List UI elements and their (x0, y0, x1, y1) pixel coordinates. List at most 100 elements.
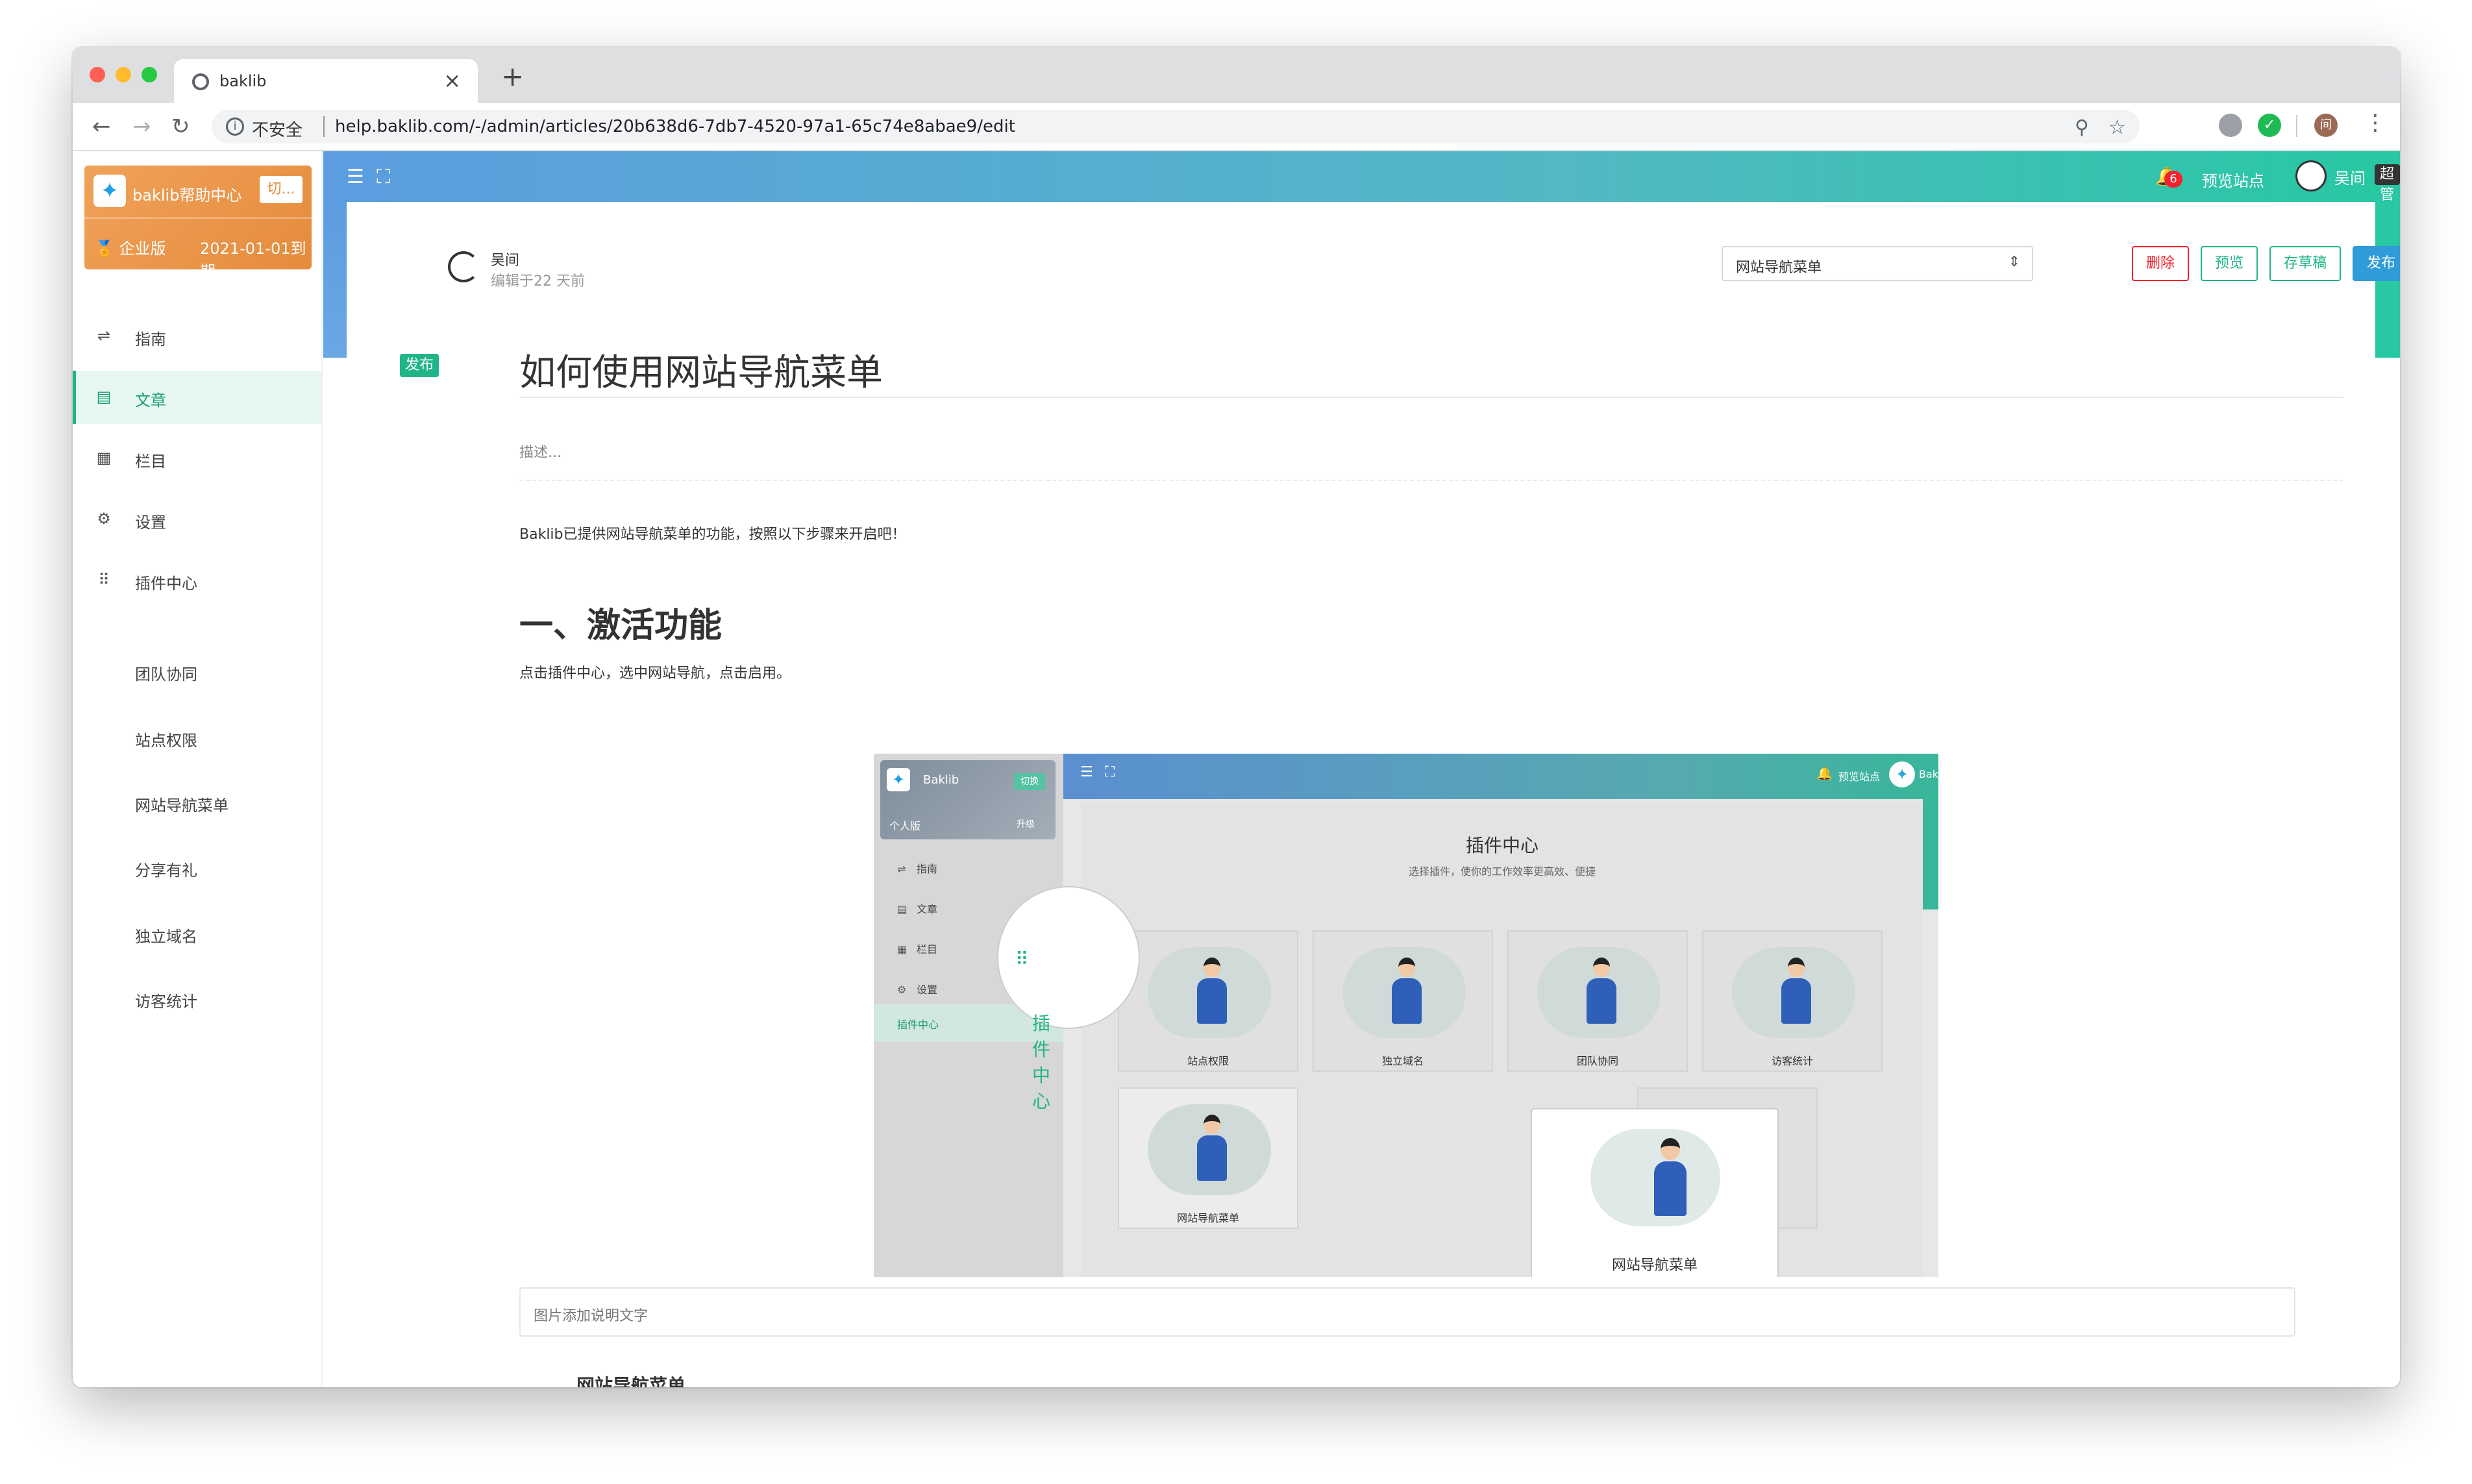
image-caption-input[interactable]: 图片添加说明文字 (519, 1287, 2295, 1337)
guide-icon: ⇌ (897, 863, 906, 875)
sidebar-item-columns[interactable]: ▦ 栏目 (73, 432, 321, 485)
zoom-icon[interactable]: ⚲ (2075, 116, 2089, 139)
image-upgrade: 升级 (1017, 819, 1035, 830)
image-edition: 个人版 (889, 820, 921, 832)
image-nav-item: ⚙ 设置 (897, 981, 937, 996)
switch-site-button[interactable]: 切... (260, 176, 303, 203)
person-head (1788, 958, 1805, 977)
plugin-card: 团队协同 (1507, 930, 1688, 1072)
user-name[interactable]: 吴间 (2334, 166, 2366, 188)
description-divider (519, 480, 2343, 481)
url-text[interactable]: help.baklib.com/-/admin/articles/20b638d… (335, 117, 1015, 136)
profile-avatar[interactable]: 间 (2314, 114, 2338, 137)
url-field[interactable]: i 不安全 help.baklib.com/-/admin/articles/2… (212, 110, 2140, 143)
popup-label: 网站导航菜单 (1611, 1257, 1698, 1274)
sidebar-item-plugins[interactable]: ⠿ 插件中心 (73, 554, 321, 607)
sidebar-item-articles[interactable]: ▤ 文章 (73, 371, 321, 424)
expiry-label: 2021-01-01到期 (200, 240, 306, 280)
tab-bar: baklib × + (73, 47, 2400, 103)
image-nav-item: ▦ 栏目 (897, 941, 937, 956)
app-root: ✦ baklib帮助中心 切... 🏅 企业版 2021-01-01到期 ⇌ 指… (73, 151, 2400, 1387)
browser-tab[interactable]: baklib × (174, 59, 478, 103)
image-logo-text: Baklib (1919, 768, 1938, 780)
sidebar-item-settings[interactable]: ⚙ 设置 (73, 493, 321, 546)
sidebar-subitem-analytics[interactable]: 访客统计 (135, 989, 197, 1011)
article-image[interactable]: ✦ Baklib 切换 个人版 升级 ⇌ 指南 ▤ 文章 ▦ 栏目 ⚙ 设置 插件中心 … (874, 754, 1938, 1277)
person-head (1398, 958, 1415, 977)
author-name: 吴间 (491, 253, 520, 269)
plugin-label: 团队协同 (1576, 1055, 1618, 1067)
close-window-button[interactable] (90, 67, 105, 82)
bird-logo-icon: ✦ (93, 175, 126, 207)
description-input[interactable]: 描述... (519, 441, 562, 462)
article-title-input[interactable]: 如何使用网站导航菜单 (519, 343, 883, 396)
notification-badge: 6 (2164, 171, 2182, 188)
image-nav-label: 指南 (917, 863, 938, 875)
select-arrows-icon: ⇕ (2008, 254, 2020, 270)
image-nav-item: ⇌ 指南 (897, 860, 937, 876)
publish-button[interactable]: 发布 (2353, 246, 2400, 281)
back-icon[interactable]: ← (92, 114, 111, 140)
plugin-label: 站点权限 (1187, 1055, 1229, 1067)
sidebar-subitem-domain[interactable]: 独立域名 (135, 924, 197, 946)
maximize-window-button[interactable] (142, 67, 157, 82)
sidebar-subitem-nav-menu[interactable]: 网站导航菜单 (135, 793, 229, 815)
section-heading[interactable]: 一、激活功能 (519, 598, 722, 647)
subsection-heading[interactable]: 网站导航菜单 (576, 1372, 686, 1387)
preview-button[interactable]: 预览 (2201, 246, 2258, 281)
sidebar-item-label: 栏目 (135, 452, 166, 471)
article-icon: ▤ (96, 388, 112, 406)
sidebar-item-label: 文章 (135, 391, 166, 410)
browser-menu-icon[interactable]: ⋮ (2364, 110, 2386, 136)
person-illustration (1392, 958, 1422, 1029)
image-nav-label: 文章 (917, 903, 938, 915)
image-nav-label: 栏目 (917, 943, 938, 956)
site-brand-card[interactable]: ✦ baklib帮助中心 切... 🏅 企业版 2021-01-01到期 (84, 166, 312, 280)
info-icon[interactable]: i (226, 117, 244, 136)
globe-icon (192, 73, 209, 90)
delete-button[interactable]: 删除 (2132, 246, 2189, 281)
image-header: ☰ ⛶ 🔔 预览站点 ✦ Baklib (1063, 754, 1938, 799)
save-draft-button[interactable]: 存草稿 (2269, 246, 2341, 281)
column-icon: ▦ (897, 943, 908, 956)
tab-title: baklib (219, 72, 267, 90)
person-head (1593, 958, 1610, 977)
callout-text: ⠿ 插件中心 (1015, 948, 1051, 1112)
sidebar-subitem-referral[interactable]: 分享有礼 (135, 858, 197, 880)
sidebar-subitem-team[interactable]: 团队协同 (135, 662, 197, 684)
reload-icon[interactable]: ↻ (171, 114, 190, 140)
brand-divider (84, 217, 312, 219)
column-icon: ▦ (96, 449, 112, 467)
plugin-label: 网站导航菜单 (1176, 1212, 1239, 1224)
sidebar-item-label: 插件中心 (135, 575, 197, 593)
settings-icon: ⚙ (97, 510, 111, 528)
person-body (1654, 1161, 1687, 1216)
plugin-label: 访客统计 (1771, 1055, 1813, 1067)
person-body (1197, 978, 1227, 1024)
settings-icon: ⚙ (897, 983, 907, 996)
extension-icon[interactable] (2219, 114, 2242, 137)
category-select[interactable]: 网站导航菜单 ⇕ (1722, 246, 2033, 281)
preview-site-link[interactable]: 预览站点 (2202, 168, 2264, 191)
fullscreen-icon[interactable]: ⛶ (377, 166, 390, 188)
minimize-window-button[interactable] (116, 67, 131, 82)
grammar-extension-icon[interactable]: ✓ (2258, 114, 2281, 137)
edited-time: 编辑于22 天前 (491, 273, 585, 290)
image-subtitle: 选择插件，使你的工作效率更高效、便捷 (1408, 865, 1596, 878)
tab-close-icon[interactable]: × (443, 68, 461, 93)
image-nav-label: 插件中心 (897, 1019, 939, 1031)
body-paragraph[interactable]: Baklib已提供网站导航菜单的功能，按照以下步骤来开启吧！ (519, 523, 906, 543)
image-preview-site: 预览站点 (1838, 771, 1881, 783)
sidebar-item-guide[interactable]: ⇌ 指南 (73, 310, 321, 363)
person-body (1781, 978, 1811, 1024)
toggle-sidebar-icon[interactable]: ☰ (347, 166, 364, 188)
body-paragraph[interactable]: 点击插件中心，选中网站导航，点击启用。 (519, 662, 791, 682)
avatar[interactable] (2295, 160, 2327, 192)
person-head (1204, 1115, 1220, 1134)
new-tab-button[interactable]: + (501, 60, 524, 92)
image-title: 插件中心 (1465, 835, 1539, 856)
bookmark-star-icon[interactable]: ☆ (2108, 116, 2126, 139)
sidebar-subitem-permissions[interactable]: 站点权限 (135, 728, 197, 750)
image-nav-label: 设置 (917, 983, 938, 996)
forward-icon[interactable]: → (132, 114, 151, 140)
